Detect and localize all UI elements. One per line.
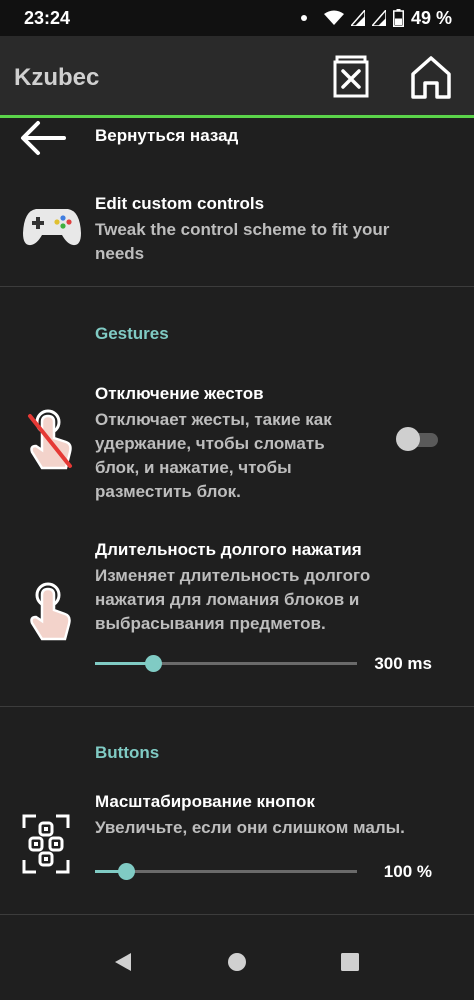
trash-x-icon — [333, 55, 369, 98]
gamepad-icon — [23, 209, 81, 246]
button-scale-value: 100 % — [383, 862, 432, 881]
status-bar: 23:24 49 % — [0, 0, 474, 36]
custom-controls-title: Edit custom controls — [95, 194, 265, 213]
system-nav-bar — [0, 920, 474, 1000]
divider — [0, 286, 474, 287]
signal-2-icon — [371, 10, 386, 26]
arrow-left-icon — [21, 121, 66, 155]
divider — [0, 706, 474, 707]
disable-gestures-subtitle-1: Отключает жесты, такие как — [95, 410, 332, 429]
nav-recents-button[interactable] — [340, 952, 360, 977]
slider-thumb[interactable] — [118, 863, 135, 880]
long-press-subtitle-3: выбрасывания предметов. — [95, 614, 326, 633]
back-row[interactable]: Вернуться назад — [0, 118, 474, 168]
long-press-subtitle-2: нажатия для ломания блоков и — [95, 590, 360, 609]
custom-controls-row[interactable]: Edit custom controls Tweak the control s… — [0, 185, 474, 285]
signal-icon — [350, 10, 365, 26]
status-icons: 49 % — [300, 7, 452, 29]
status-time: 23:24 — [24, 7, 71, 28]
disable-gestures-subtitle-3: блок, и нажатие, чтобы — [95, 458, 292, 477]
battery-icon — [392, 9, 404, 27]
dpad-scale-icon — [22, 814, 70, 874]
disable-gestures-subtitle-2: удержание, чтобы сломать — [95, 434, 325, 453]
wifi-icon — [323, 10, 344, 25]
custom-controls-subtitle-2: needs — [95, 244, 145, 263]
delete-button[interactable] — [328, 54, 374, 100]
long-press-slider[interactable] — [95, 655, 357, 672]
button-scale-row[interactable]: Масштабирование кнопок Увеличьте, если о… — [0, 780, 474, 895]
app-title: Kzubec — [14, 64, 100, 91]
touch-icon — [30, 582, 71, 641]
nav-recents-icon — [341, 953, 359, 971]
section-header-gestures: Gestures — [95, 324, 169, 343]
home-icon — [411, 56, 451, 99]
disable-gestures-toggle[interactable] — [396, 426, 440, 452]
toggle-thumb — [396, 427, 420, 451]
long-press-subtitle-1: Изменяет длительность долгого — [95, 566, 371, 585]
section-header-buttons: Buttons — [95, 743, 160, 762]
disable-gestures-subtitle-4: разместить блок. — [95, 482, 241, 501]
touch-disabled-icon — [28, 409, 72, 470]
home-button[interactable] — [408, 54, 454, 100]
long-press-row[interactable]: Длительность долгого нажатия Изменяет дл… — [0, 528, 474, 688]
nav-back-icon — [115, 953, 131, 971]
disable-gestures-row[interactable]: Отключение жестов Отключает жесты, такие… — [0, 372, 474, 507]
button-scale-slider[interactable] — [95, 863, 357, 880]
app-bar: Kzubec — [0, 36, 474, 118]
notification-dot-icon — [300, 15, 307, 21]
custom-controls-subtitle-1: Tweak the control scheme to fit your — [95, 220, 390, 239]
nav-home-icon — [228, 953, 246, 971]
long-press-value: 300 ms — [374, 654, 432, 673]
nav-home-button[interactable] — [227, 952, 247, 977]
divider — [0, 914, 474, 915]
button-scale-title: Масштабирование кнопок — [95, 792, 315, 811]
disable-gestures-title: Отключение жестов — [95, 384, 264, 403]
battery-percent: 49 % — [410, 7, 452, 28]
slider-thumb[interactable] — [145, 655, 162, 672]
back-label: Вернуться назад — [95, 126, 239, 145]
button-scale-subtitle: Увеличьте, если они слишком малы. — [95, 818, 405, 837]
long-press-title: Длительность долгого нажатия — [95, 540, 362, 559]
nav-back-button[interactable] — [113, 952, 133, 977]
